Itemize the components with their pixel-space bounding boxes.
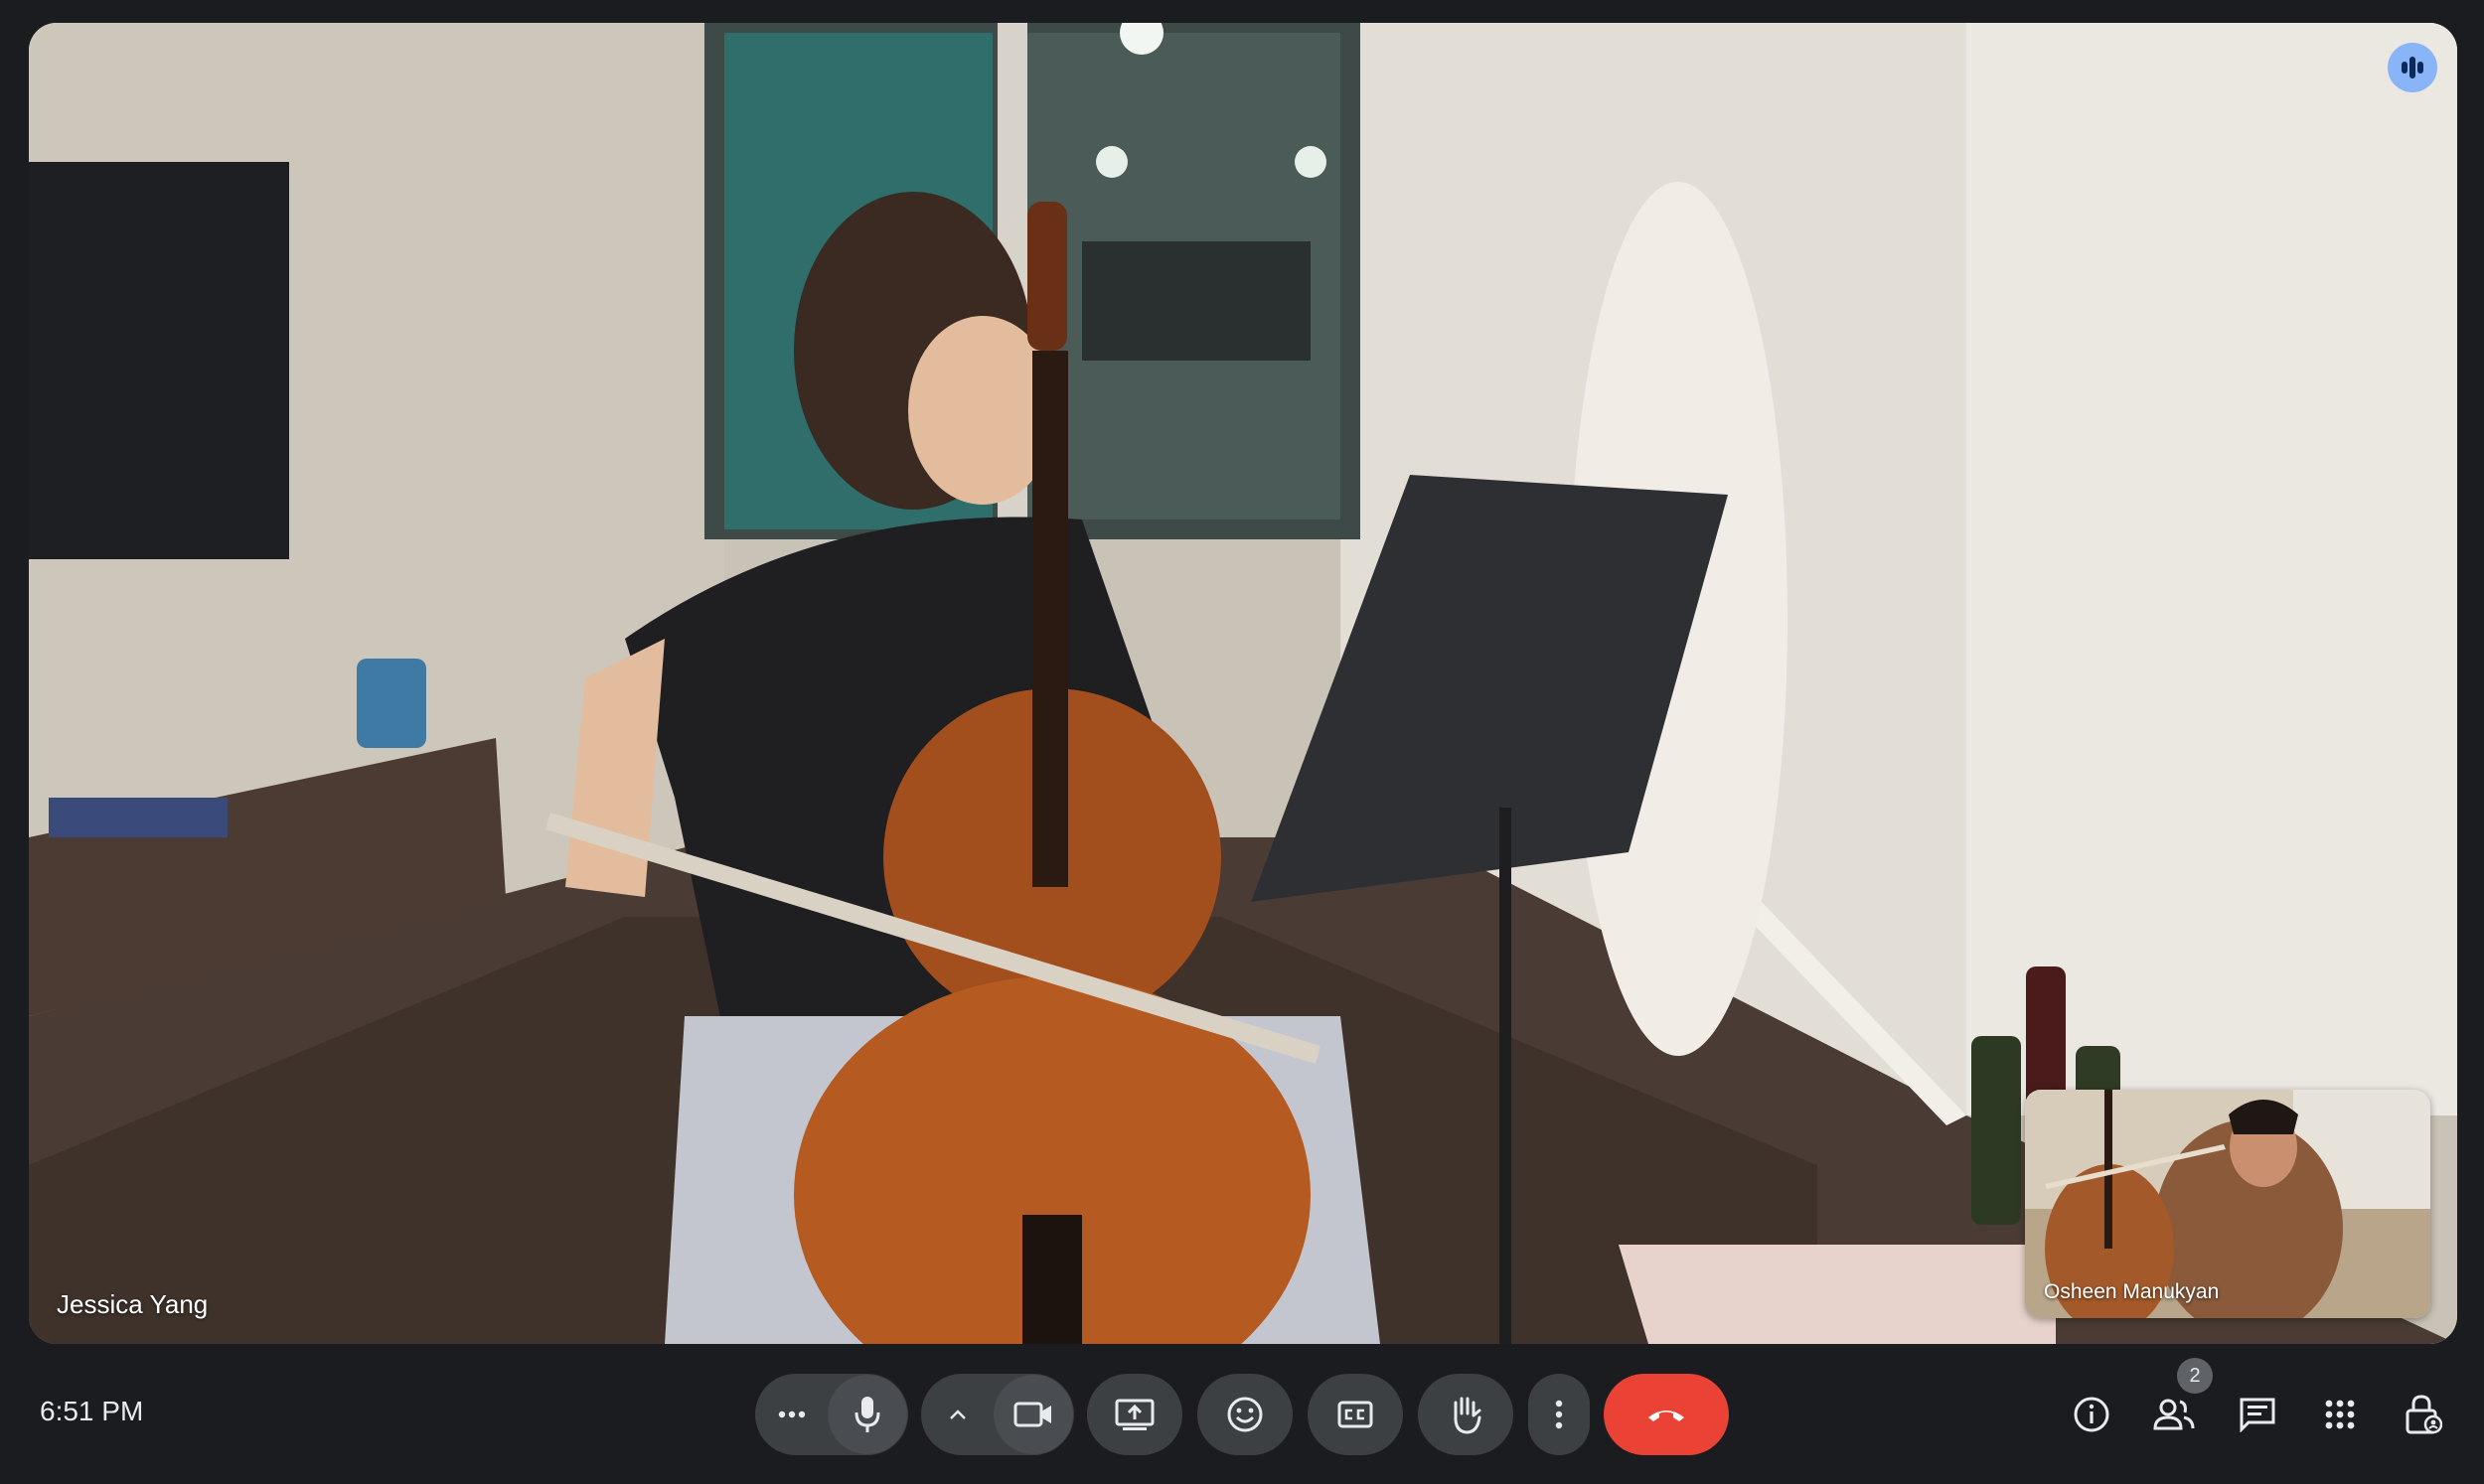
- video-controls-group: [921, 1374, 1074, 1455]
- apps-grid-icon: [2325, 1400, 2355, 1429]
- meet-window: Jessica Yang Osheen Manukyan 6:51 PM 2: [0, 0, 2484, 1484]
- present-icon: [1115, 1399, 1155, 1430]
- emoji-icon: [1227, 1397, 1263, 1432]
- host-controls-button[interactable]: [2396, 1389, 2451, 1440]
- captions-button[interactable]: [1308, 1374, 1403, 1455]
- videocam-icon: [1013, 1402, 1051, 1427]
- hand-icon: [1454, 1397, 1481, 1434]
- activities-button[interactable]: [2312, 1389, 2368, 1440]
- main-participant-name: Jessica Yang: [57, 1289, 209, 1319]
- camera-options-button[interactable]: [921, 1374, 995, 1455]
- phone-hangup-icon: [1648, 1410, 1684, 1421]
- audio-controls-group: [755, 1374, 908, 1455]
- leave-call-button[interactable]: [1604, 1374, 1729, 1455]
- mic-icon: [854, 1397, 880, 1432]
- present-screen-button[interactable]: [1087, 1374, 1182, 1455]
- meeting-clock: 6:51 PM: [40, 1396, 144, 1426]
- self-view-tile[interactable]: Osheen Manukyan: [2025, 1090, 2430, 1318]
- participant-count-badge: 2: [2177, 1358, 2213, 1394]
- meeting-details-button[interactable]: [2064, 1389, 2119, 1440]
- camera-button[interactable]: [994, 1375, 1073, 1454]
- people-icon: [2153, 1399, 2195, 1430]
- chat-button[interactable]: [2230, 1389, 2285, 1440]
- reactions-button[interactable]: [1197, 1374, 1293, 1455]
- three-dots-icon: [778, 1410, 806, 1418]
- info-icon: [2074, 1397, 2109, 1432]
- people-button[interactable]: [2146, 1389, 2202, 1440]
- chevron-up-icon: [950, 1410, 966, 1419]
- raise-hand-button[interactable]: [1418, 1374, 1513, 1455]
- kebab-icon: [1555, 1400, 1563, 1429]
- more-actions-button[interactable]: [1528, 1374, 1590, 1455]
- lock-person-icon: [2406, 1395, 2442, 1434]
- cc-icon: [1337, 1401, 1373, 1428]
- audio-options-button[interactable]: [755, 1374, 829, 1455]
- microphone-button[interactable]: [828, 1375, 907, 1454]
- speaking-indicator-icon: [2388, 43, 2437, 92]
- chat-icon: [2240, 1398, 2275, 1432]
- self-participant-name: Osheen Manukyan: [2044, 1280, 2220, 1303]
